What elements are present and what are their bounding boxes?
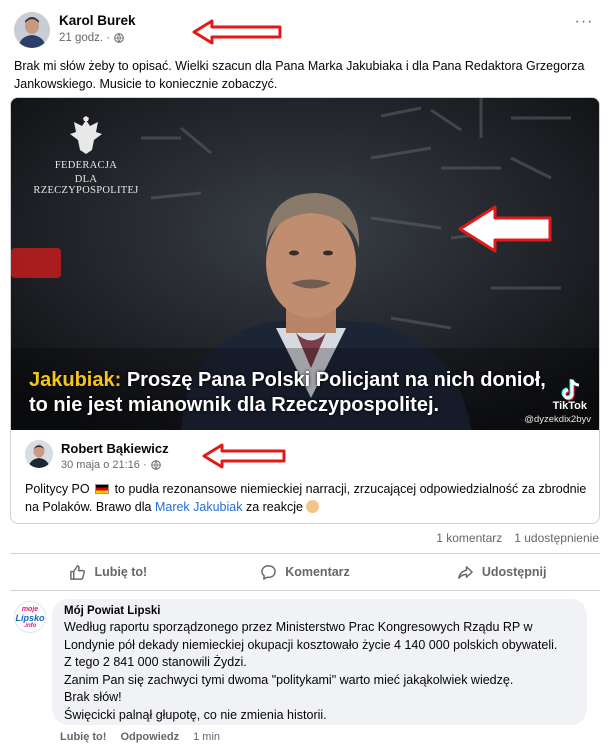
post-stats: 1 komentarz 1 udostępnienie (436, 531, 599, 545)
comments-count[interactable]: 1 komentarz (436, 531, 502, 545)
post-text: Brak mi słów żeby to opisać. Wielki szac… (14, 59, 585, 91)
comment-label: Komentarz (285, 565, 350, 579)
post-meta: 21 godz. · (59, 32, 124, 44)
federacja-emblem: FEDERACJA DLA RZECZYPOSPOLITEJ (26, 116, 146, 196)
mention-link[interactable]: Marek Jakubiak (155, 500, 243, 514)
shared-text-part3: za reakcje (242, 500, 307, 514)
share-label: Udostępnij (481, 565, 547, 579)
shares-count[interactable]: 1 udostępnienie (514, 531, 599, 545)
shared-post-header: Robert Bąkiewicz 30 maja o 21:16 · (11, 430, 599, 480)
commenter-name[interactable]: Mój Powiat Lipski (64, 605, 575, 617)
comment-line: Londynie pół dekady niemieckiej okupacji… (64, 637, 558, 652)
comment-line: Z tego 2 841 000 stanowili Żydzi. (64, 655, 247, 669)
shared-post-time[interactable]: 30 maja o 21:16 · (61, 459, 147, 471)
shared-post-text: Politycy PO to pudła rezonansowe niemiec… (25, 480, 595, 516)
more-options-icon[interactable]: ··· (572, 14, 596, 34)
share-button[interactable]: Udostępnij (403, 554, 600, 590)
comment-line: Według raportu sporządzonego przez Minis… (64, 620, 533, 634)
eagle-emblem-icon (70, 116, 102, 154)
thumbs-up-icon (70, 564, 86, 580)
germany-flag-icon (95, 484, 110, 494)
emblem-line2: DLA RZECZYPOSPOLITEJ (33, 174, 139, 196)
video-subtitle: Jakubiak: Proszę Pana Polski Policjant n… (29, 368, 599, 418)
comment-line: Zanim Pan się zachwyci tymi dwoma "polit… (64, 672, 514, 687)
comment-line: Brak słów! (64, 690, 122, 704)
moje-lipsko-logo: moje Lipsko .info (15, 606, 45, 629)
comment-like-button[interactable]: Lubię to! (60, 731, 106, 743)
shared-author-avatar[interactable] (25, 440, 53, 468)
post-actions-bar: Lubię to! Komentarz Udostępnij (10, 553, 600, 591)
shared-author-name[interactable]: Robert Bąkiewicz (61, 441, 169, 456)
clapping-hands-icon (306, 500, 320, 513)
shared-post-meta: 30 maja o 21:16 · (61, 459, 161, 471)
globe-icon (150, 460, 161, 470)
shared-text-part1: Politycy PO (25, 482, 90, 496)
tiktok-handle: @dyzekdix2byv (524, 414, 591, 425)
comment-button[interactable]: Komentarz (207, 554, 404, 590)
comment-time[interactable]: 1 min (193, 731, 220, 743)
author-name[interactable]: Karol Burek (59, 13, 136, 28)
red-arrow-annotation (458, 205, 552, 253)
comment-reply-button[interactable]: Odpowiedz (120, 731, 179, 743)
subtitle-line1: Proszę Pana Polski Policjant na nich don… (121, 369, 546, 391)
video-player[interactable]: FEDERACJA DLA RZECZYPOSPOLITEJ Jakubiak:… (11, 98, 599, 430)
comment-line: Święcicki palnął głupotę, co nie zmienia… (64, 707, 327, 722)
commenter-avatar[interactable]: moje Lipsko .info (14, 601, 46, 633)
like-button[interactable]: Lubię to! (10, 554, 207, 590)
comment-bubble-icon (261, 564, 277, 580)
subtitle-line2: to nie jest mianownik dla Rzeczypospolit… (29, 394, 440, 416)
red-arrow-annotation (202, 443, 286, 469)
shared-post-card: FEDERACJA DLA RZECZYPOSPOLITEJ Jakubiak:… (10, 97, 600, 524)
comment-bubble: Mój Powiat Lipski Według raportu sporząd… (52, 599, 587, 725)
post-time[interactable]: 21 godz. · (59, 32, 110, 44)
post-header: Karol Burek 21 godz. · ··· (14, 10, 604, 50)
globe-icon (114, 33, 124, 43)
like-label: Lubię to! (94, 565, 148, 579)
comment-actions: Lubię to! Odpowiedz 1 min (60, 731, 220, 743)
emblem-line1: FEDERACJA (54, 160, 118, 171)
author-avatar[interactable] (14, 12, 50, 48)
tiktok-label: TikTok (552, 400, 587, 412)
subtitle-speaker: Jakubiak: (29, 369, 122, 391)
red-arrow-annotation (192, 19, 282, 45)
share-arrow-icon (458, 565, 473, 579)
